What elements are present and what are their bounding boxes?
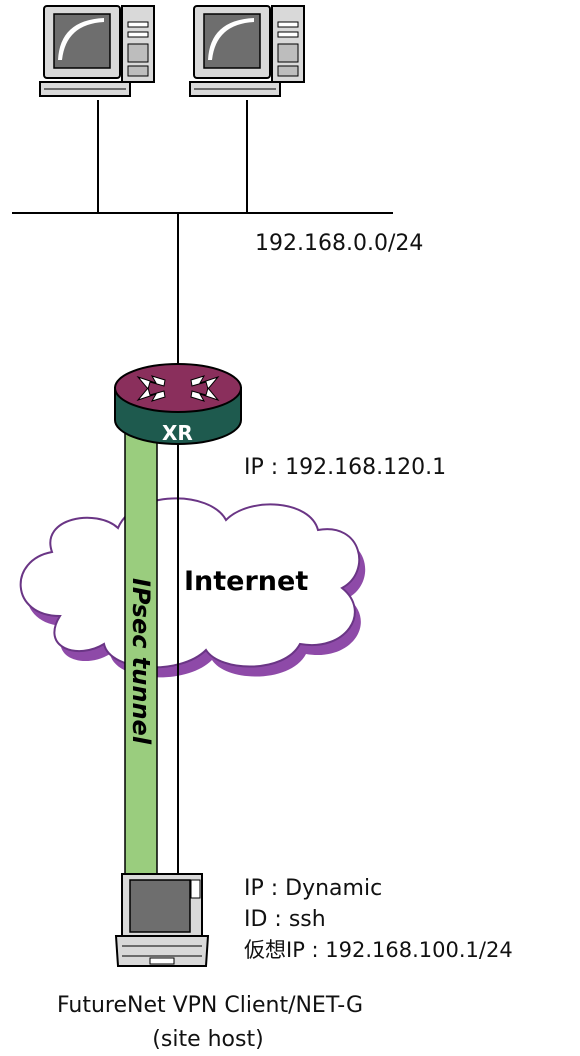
- router-ip-label: IP : 192.168.120.1: [244, 455, 446, 480]
- router-xr-icon: XR: [114, 363, 242, 445]
- client-site-host-label: (site host): [152, 1027, 263, 1052]
- client-virtual-ip-label: 仮想IP : 192.168.100.1/24: [244, 938, 513, 962]
- client-ip-label: IP : Dynamic: [244, 876, 382, 901]
- client-id-label: ID : ssh: [244, 907, 326, 932]
- desktop-pc-1-icon: [39, 5, 155, 97]
- desktop-pc-2-icon: [189, 5, 305, 97]
- ipsec-tunnel-label: IPsec tunnel: [127, 578, 155, 745]
- network-diagram: 192.168.0.0/24 IPsec tunnel Internet XR …: [12, 5, 513, 1052]
- router-name-label: XR: [162, 421, 193, 445]
- router-body-top: [114, 363, 242, 413]
- internet-label: Internet: [184, 566, 308, 597]
- lan-subnet-label: 192.168.0.0/24: [255, 231, 423, 256]
- laptop-client-icon: [114, 873, 210, 967]
- client-name-label: FutureNet VPN Client/NET-G: [57, 993, 363, 1018]
